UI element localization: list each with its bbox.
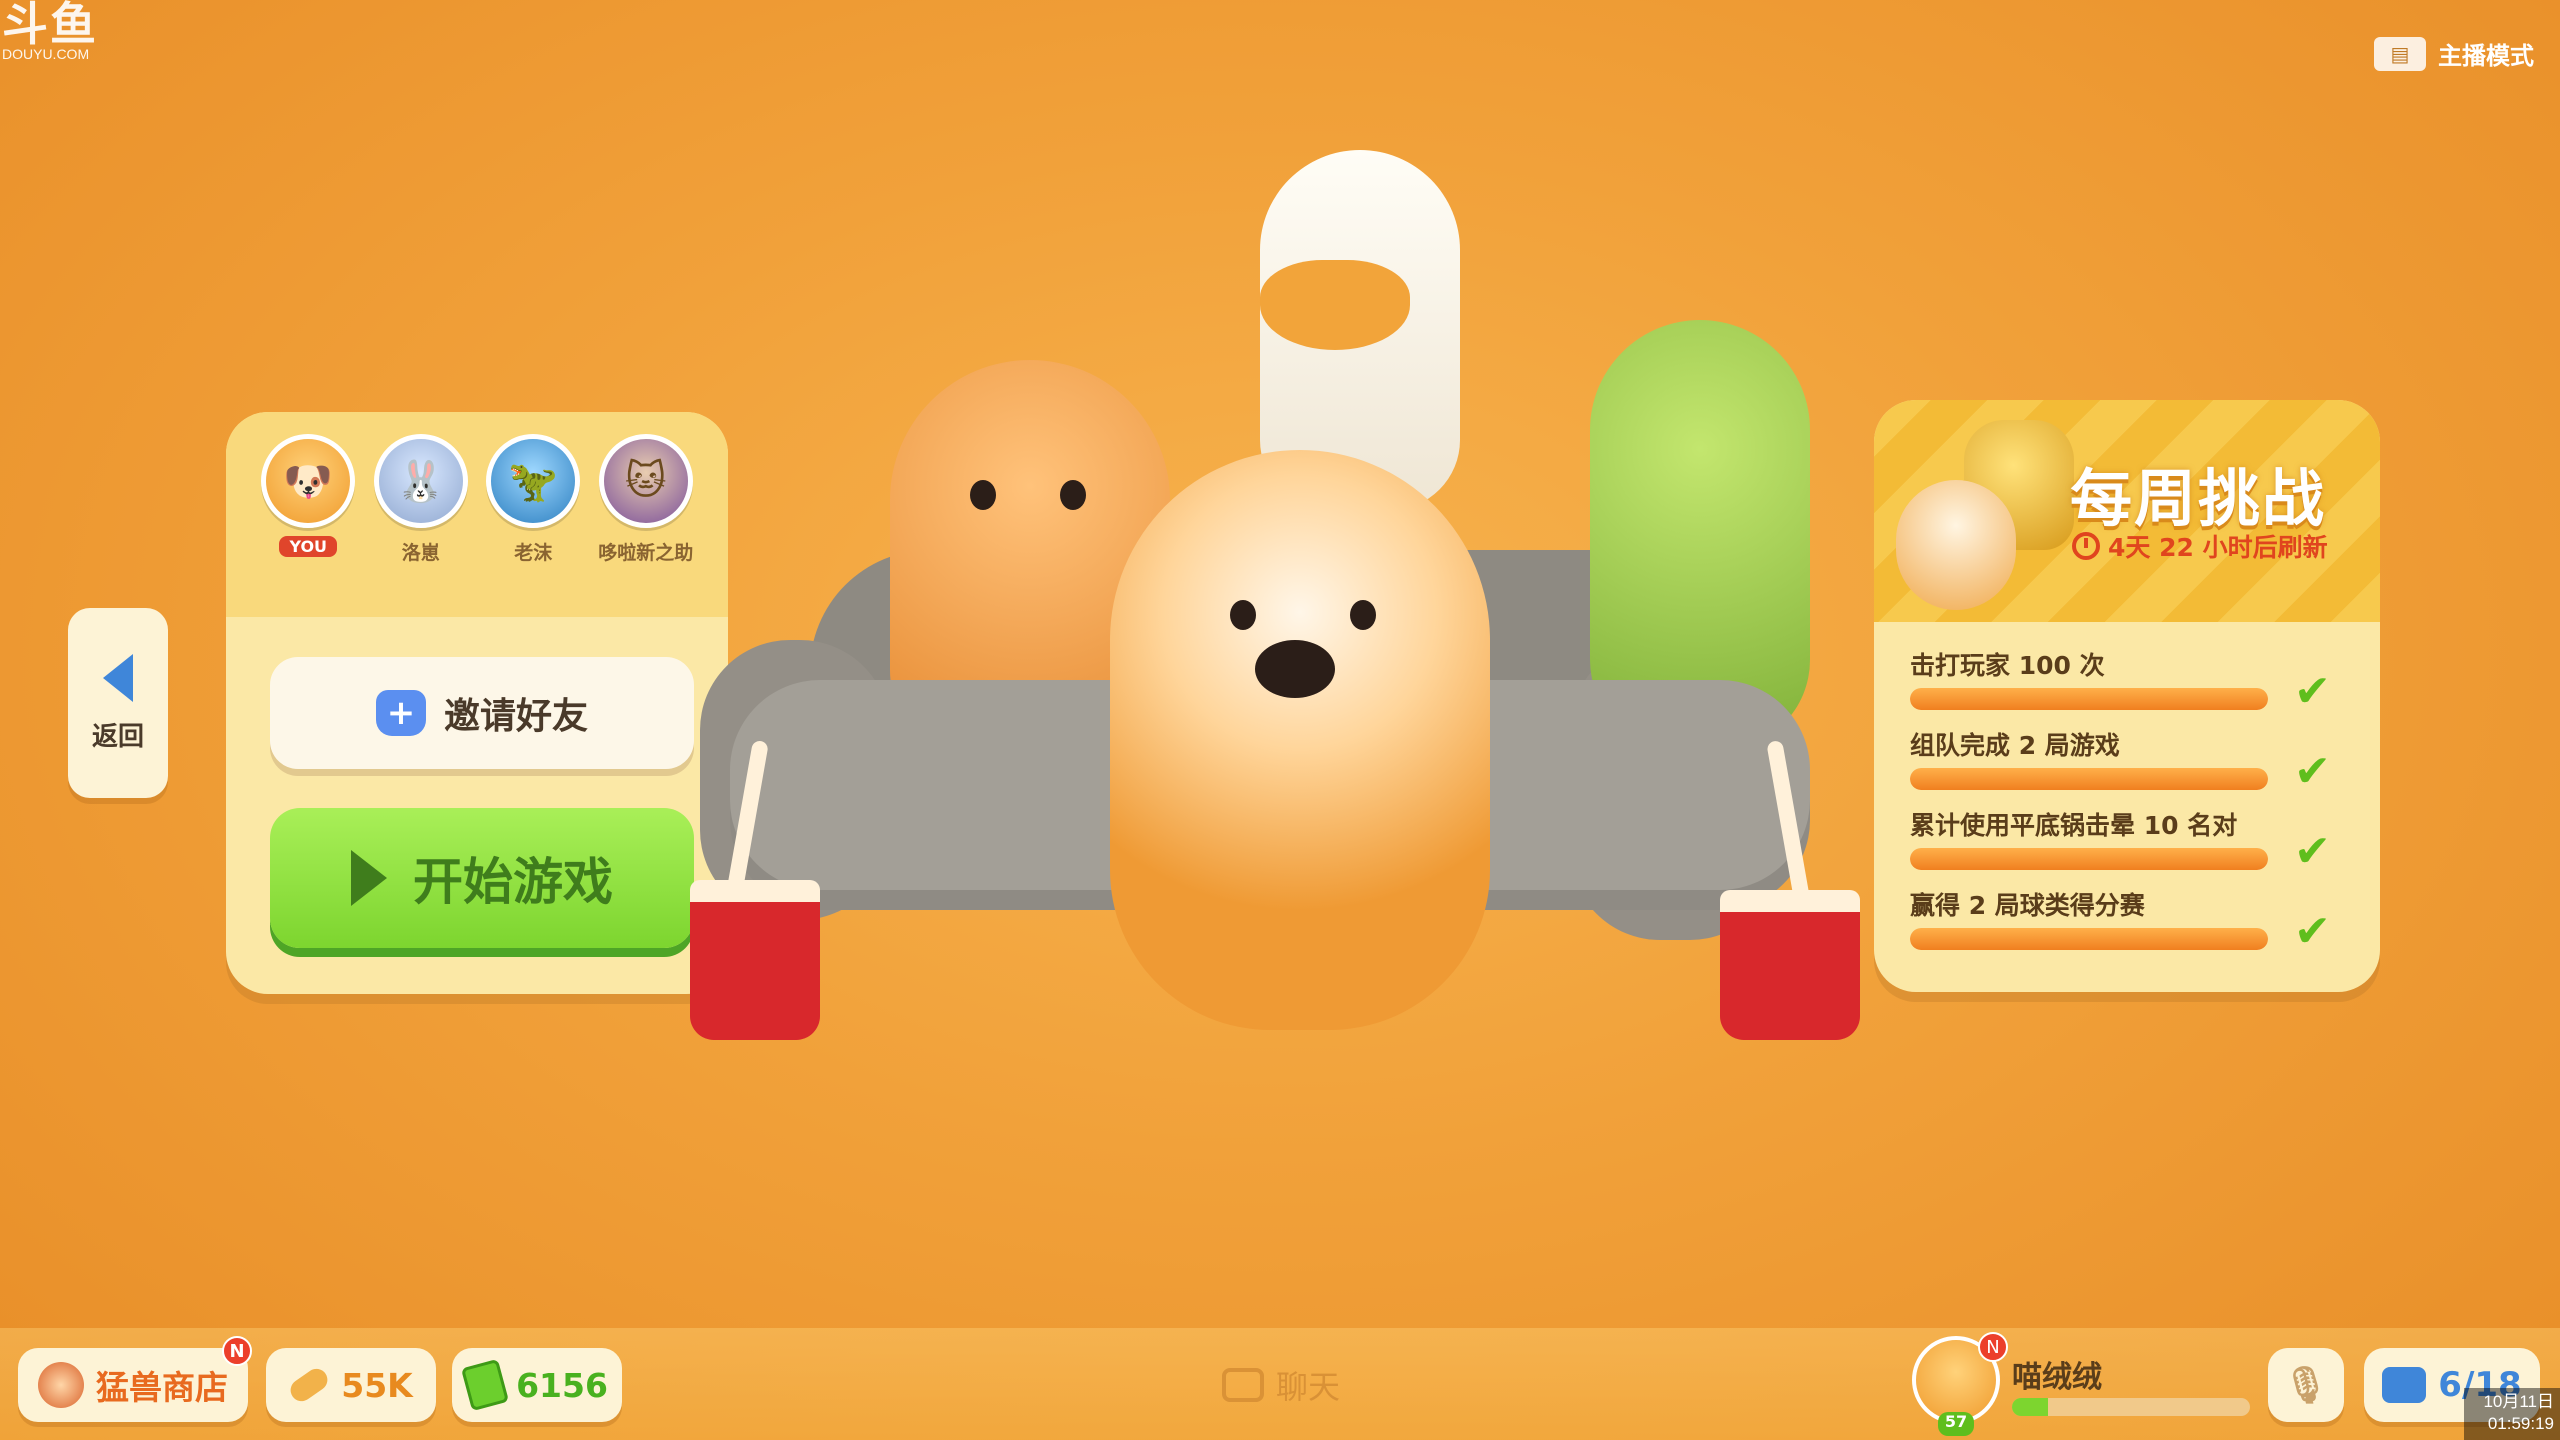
challenge-timer: 4天 22 小时后刷新 <box>2072 528 2328 564</box>
team-panel: 🐶 YOU 🐰 洛崽 🦖 老沫 🐱 哆啦新之助 + 邀请好友 开始游戏 <box>226 412 728 994</box>
check-icon: ✔ <box>2294 746 2331 797</box>
bone-count: 55K <box>341 1365 413 1405</box>
corgi-mascot <box>1896 480 2016 610</box>
bone-icon <box>286 1364 332 1406</box>
start-label: 开始游戏 <box>413 853 613 911</box>
challenge-header: 每周挑战 4天 22 小时后刷新 <box>1874 400 2380 622</box>
corgi-avatar: 🐶 <box>261 434 356 528</box>
task-progress-bar <box>1910 688 2268 710</box>
check-icon: ✔ <box>2294 826 2331 877</box>
member-name: 哆啦新之助 <box>598 542 694 564</box>
back-button[interactable]: 返回 <box>68 608 168 798</box>
beast-shop-button[interactable]: 猛兽商店 N <box>18 1336 252 1422</box>
player-profile[interactable]: N 57 喵绒绒 <box>1912 1332 2252 1436</box>
check-icon: ✔ <box>2294 666 2331 717</box>
you-badge: YOU <box>279 536 338 557</box>
cat-avatar: 🐱 <box>598 434 693 528</box>
challenge-task-list: 击打玩家 100 次 ✔ 组队完成 2 局游戏 ✔ 累计使用平底锅击晕 10 名对 ✔ 赢得… <box>1910 646 2350 966</box>
bunny-avatar: 🐰 <box>373 434 468 528</box>
douyu-domain: DOUYU.COM <box>2 46 90 62</box>
chevron-left-icon <box>103 653 133 702</box>
new-badge: N <box>222 1336 252 1366</box>
soda-cup <box>1720 890 1860 1040</box>
shop-label: 猛兽商店 <box>96 1368 228 1407</box>
clock-icon <box>2072 532 2100 560</box>
invite-label: 邀请好友 <box>443 696 588 737</box>
task-label: 赢得 2 局球类得分赛 <box>1910 891 2145 920</box>
team-members: 🐶 YOU 🐰 洛崽 🦖 老沫 🐱 哆啦新之助 <box>226 412 728 617</box>
task-label: 击打玩家 100 次 <box>1910 651 2105 680</box>
team-member[interactable]: 🦖 老沫 <box>481 434 585 617</box>
member-name: 洛崽 <box>401 542 440 564</box>
chat-button[interactable]: 聊天 <box>1222 1362 1340 1408</box>
start-game-button[interactable]: 开始游戏 <box>270 808 694 948</box>
goose-beak <box>1260 260 1410 350</box>
task-label: 组队完成 2 局游戏 <box>1910 731 2120 760</box>
challenge-task: 击打玩家 100 次 ✔ <box>1910 646 2350 726</box>
douyu-logo: 斗鱼 <box>2 0 98 51</box>
weekly-challenge-panel[interactable]: 每周挑战 4天 22 小时后刷新 击打玩家 100 次 ✔ 组队完成 2 局游戏 ✔ 累… <box>1874 400 2380 992</box>
corgi-eye <box>1350 600 1376 630</box>
add-friend-icon: + <box>375 690 426 736</box>
microphone-button[interactable]: 🎙 <box>2268 1348 2344 1422</box>
xp-fill <box>2012 1398 2048 1416</box>
task-progress-bar <box>1910 848 2268 870</box>
xp-bar <box>2012 1398 2250 1416</box>
invite-friends-button[interactable]: + 邀请好友 <box>270 657 694 769</box>
team-member[interactable]: 🐱 哆啦新之助 <box>594 434 698 617</box>
clock-time: 01:59:19 <box>2487 1414 2554 1433</box>
check-icon: ✔ <box>2294 906 2331 957</box>
corgi-eye <box>1230 600 1256 630</box>
clock-date: 10月11日 <box>2483 1392 2554 1411</box>
challenge-task: 累计使用平底锅击晕 10 名对 ✔ <box>1910 806 2350 886</box>
cat-eye <box>970 480 996 510</box>
task-progress-bar <box>1910 768 2268 790</box>
douyu-watermark: 斗鱼 DOUYU.COM <box>2 0 98 62</box>
chat-label: 聊天 <box>1276 1368 1341 1406</box>
streamer-mode-button[interactable]: ▤ 主播模式 <box>2374 36 2534 71</box>
player-level: 57 <box>1938 1412 1974 1436</box>
new-badge: N <box>1978 1332 2008 1362</box>
task-progress-fill <box>1910 688 2268 710</box>
microphone-muted-icon: 🎙 <box>2283 1365 2329 1406</box>
challenge-timer-text: 4天 22 小时后刷新 <box>2108 533 2328 562</box>
cat-eye <box>1060 480 1086 510</box>
task-progress-fill <box>1910 928 2268 950</box>
soda-cup <box>690 880 820 1040</box>
challenge-task: 组队完成 2 局游戏 ✔ <box>1910 726 2350 806</box>
dino-avatar: 🦖 <box>486 434 581 528</box>
shop-icon <box>38 1362 84 1408</box>
player-name: 喵绒绒 <box>2012 1360 2102 1395</box>
task-progress-fill <box>1910 848 2268 870</box>
bone-currency[interactable]: 55K <box>266 1348 436 1422</box>
challenge-title: 每周挑战 <box>2070 462 2327 535</box>
party-icon <box>2382 1367 2427 1403</box>
cash-currency[interactable]: 6156 <box>452 1348 622 1422</box>
cash-count: 6156 <box>516 1365 608 1405</box>
task-progress-fill <box>1910 768 2268 790</box>
id-card-icon: ▤ <box>2374 36 2426 71</box>
member-name: 老沫 <box>514 542 553 564</box>
cash-icon <box>461 1358 510 1412</box>
task-progress-bar <box>1910 928 2268 950</box>
chat-icon <box>1222 1368 1264 1402</box>
system-clock: 10月11日 01:59:19 <box>2464 1388 2560 1440</box>
task-label: 累计使用平底锅击晕 10 名对 <box>1910 811 2238 840</box>
challenge-task: 赢得 2 局球类得分赛 ✔ <box>1910 886 2350 966</box>
play-icon <box>351 850 387 906</box>
team-member-self[interactable]: 🐶 YOU <box>256 434 360 617</box>
corgi-nose <box>1255 640 1335 698</box>
team-member[interactable]: 🐰 洛崽 <box>369 434 473 617</box>
back-label: 返回 <box>91 721 144 752</box>
lobby-characters-scene <box>690 140 1890 1040</box>
streamer-mode-label: 主播模式 <box>2438 42 2534 70</box>
corgi-character <box>1110 450 1490 1030</box>
